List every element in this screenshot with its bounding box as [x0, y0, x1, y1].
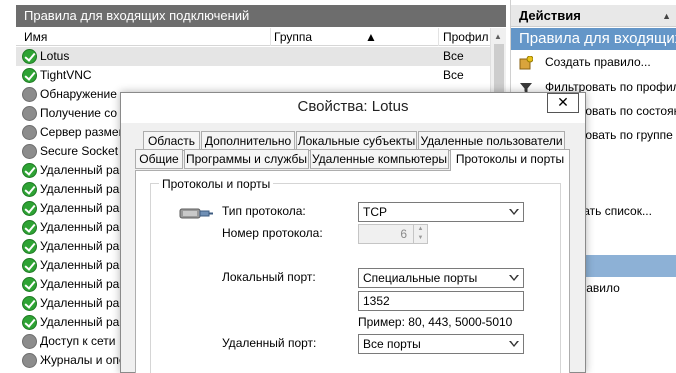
enabled-rule-icon [22, 258, 37, 273]
table-row[interactable]: TightVNC Все [16, 66, 490, 85]
actions-title: Действия ▲ [511, 5, 676, 27]
tab-protocols-ports[interactable]: Протоколы и порты [450, 149, 570, 171]
rule-name: Доступ к сети [40, 334, 116, 348]
chevron-down-icon [509, 209, 519, 215]
column-name[interactable]: Имя [24, 30, 47, 44]
protocols-ports-group: Протоколы и порты Тип протокола: TCP Ном… [150, 177, 561, 373]
rule-name: Lotus [40, 49, 70, 63]
action-label: Создать правило... [545, 55, 651, 69]
tab-general[interactable]: Общие [135, 149, 183, 169]
enabled-rule-icon [22, 277, 37, 292]
rule-profile: Все [443, 49, 464, 63]
enabled-rule-icon [22, 68, 37, 83]
local-port-label: Локальный порт: [222, 270, 316, 284]
sort-ascending-icon: ▲ [365, 30, 377, 44]
chevron-down-icon [509, 341, 519, 347]
rule-name: Удаленный раб [40, 315, 127, 329]
scroll-up-icon[interactable]: ▲ [494, 32, 502, 41]
protocol-number-spinner: 6 ▲ ▼ [358, 224, 428, 244]
tab-content: Протоколы и порты Тип протокола: TCP Ном… [135, 170, 570, 373]
column-group[interactable]: Группа [274, 30, 312, 44]
local-port-select[interactable]: Специальные порты [358, 268, 524, 288]
protocol-type-label: Тип протокола: [222, 204, 306, 218]
rule-name: Получение со [40, 106, 118, 120]
tab-programs-services[interactable]: Программы и службы [184, 149, 309, 169]
protocol-number-label: Номер протокола: [222, 226, 323, 240]
dialog-title: Свойства: Lotus [121, 93, 585, 123]
disabled-rule-icon [22, 334, 37, 349]
rule-name: Сервер размещ [40, 125, 129, 139]
enabled-rule-icon [22, 296, 37, 311]
group-title: Протоколы и порты [159, 177, 274, 191]
protocol-type-value: TCP [363, 205, 387, 219]
enabled-rule-icon [22, 49, 37, 64]
column-profile[interactable]: Профиль [443, 30, 488, 44]
column-separator[interactable] [438, 28, 439, 46]
local-port-input[interactable]: 1352 [358, 291, 524, 311]
table-row[interactable]: Lotus Все [16, 47, 490, 66]
enabled-rule-icon [22, 201, 37, 216]
rule-name: TightVNC [40, 68, 92, 82]
remote-port-select[interactable]: Все порты [358, 334, 524, 354]
actions-title-label: Действия [519, 8, 581, 23]
rule-name: Удаленный раб [40, 258, 127, 272]
close-button[interactable]: ✕ [547, 93, 579, 113]
rule-name: Secure Socket T [40, 144, 129, 158]
port-example-hint: Пример: 80, 443, 5000-5010 [358, 315, 513, 329]
panel-title: Правила для входящих подключений [16, 5, 506, 27]
network-cable-icon [179, 208, 213, 219]
disabled-rule-icon [22, 353, 37, 368]
rule-name: Удаленный раб [40, 163, 127, 177]
chevron-down-icon [509, 275, 519, 281]
remote-port-label: Удаленный порт: [222, 336, 317, 350]
local-port-value: Специальные порты [363, 271, 478, 285]
enabled-rule-icon [22, 220, 37, 235]
enabled-rule-icon [22, 163, 37, 178]
rule-name: Журналы и опо [40, 353, 126, 367]
rule-name: Удаленный раб [40, 182, 127, 196]
tab-local-principals[interactable]: Локальные субъекты [296, 131, 417, 151]
rule-name: Обнаружение [40, 87, 117, 101]
column-header: Имя Группа ▲ Профиль [16, 28, 490, 46]
tab-remote-computers[interactable]: Удаленные компьютеры [310, 149, 449, 169]
disabled-rule-icon [22, 125, 37, 140]
protocol-type-select[interactable]: TCP [358, 202, 524, 222]
protocol-number-value: 6 [400, 227, 407, 241]
new-rule-icon [519, 55, 534, 70]
enabled-rule-icon [22, 182, 37, 197]
rule-name: Удаленный раб [40, 277, 127, 291]
rule-name: Удаленный раб [40, 220, 127, 234]
rule-name: Удаленный раб [40, 201, 127, 215]
remote-port-value: Все порты [363, 337, 421, 351]
local-port-text: 1352 [363, 294, 390, 308]
rule-profile: Все [443, 68, 464, 82]
tab-remote-users[interactable]: Удаленные пользователи [418, 131, 565, 151]
column-separator[interactable] [270, 28, 271, 46]
close-icon: ✕ [557, 94, 569, 110]
properties-dialog: Свойства: Lotus ✕ Область Дополнительно … [120, 92, 586, 373]
spin-down-icon: ▼ [417, 235, 424, 241]
enabled-rule-icon [22, 315, 37, 330]
enabled-rule-icon [22, 239, 37, 254]
collapse-icon[interactable]: ▲ [662, 5, 671, 27]
tab-advanced[interactable]: Дополнительно [201, 131, 295, 151]
disabled-rule-icon [22, 87, 37, 102]
rule-name: Удаленный раб [40, 239, 127, 253]
action-item[interactable]: Создать правило... [511, 52, 676, 73]
spin-up-icon: ▲ [417, 226, 424, 232]
actions-section-header[interactable]: Правила для входящих [511, 28, 676, 50]
disabled-rule-icon [22, 106, 37, 121]
rule-name: Удаленный раб [40, 296, 127, 310]
tab-scope[interactable]: Область [143, 131, 200, 151]
disabled-rule-icon [22, 144, 37, 159]
